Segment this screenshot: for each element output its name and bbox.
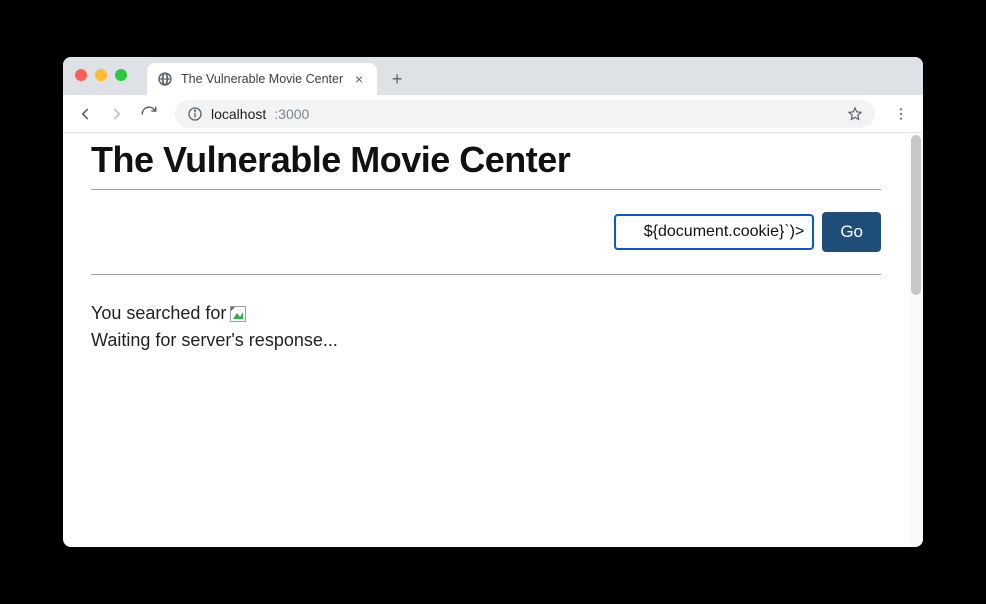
window-controls [75, 69, 127, 81]
page-title: The Vulnerable Movie Center [91, 139, 881, 181]
divider [91, 274, 881, 275]
searched-for-prefix: You searched for [91, 303, 226, 324]
go-button[interactable]: Go [822, 212, 881, 252]
searched-for-text: You searched for [91, 303, 881, 324]
url-host: localhost [211, 106, 266, 122]
page-content: The Vulnerable Movie Center Go You searc… [63, 133, 909, 547]
minimize-window-button[interactable] [95, 69, 107, 81]
scrollbar[interactable] [909, 133, 923, 547]
search-input[interactable] [614, 214, 814, 250]
scrollbar-thumb[interactable] [911, 135, 921, 295]
back-button[interactable] [71, 100, 99, 128]
browser-window: The Vulnerable Movie Center × + localhos… [63, 57, 923, 547]
broken-image-icon [230, 306, 246, 322]
reload-button[interactable] [135, 100, 163, 128]
close-tab-icon[interactable]: × [351, 71, 367, 87]
viewport: The Vulnerable Movie Center Go You searc… [63, 133, 923, 547]
browser-menu-button[interactable] [887, 100, 915, 128]
tab-strip: The Vulnerable Movie Center × + [147, 57, 411, 95]
url-port: :3000 [274, 106, 309, 122]
search-row: Go [91, 196, 881, 268]
titlebar: The Vulnerable Movie Center × + [63, 57, 923, 95]
divider [91, 189, 881, 190]
toolbar: localhost :3000 [63, 95, 923, 133]
globe-icon [157, 71, 173, 87]
bookmark-star-icon[interactable] [847, 106, 863, 122]
address-bar[interactable]: localhost :3000 [175, 100, 875, 128]
forward-button[interactable] [103, 100, 131, 128]
new-tab-button[interactable]: + [383, 65, 411, 93]
browser-tab[interactable]: The Vulnerable Movie Center × [147, 63, 377, 95]
close-window-button[interactable] [75, 69, 87, 81]
site-info-icon[interactable] [187, 106, 203, 122]
tab-title: The Vulnerable Movie Center [181, 72, 343, 86]
maximize-window-button[interactable] [115, 69, 127, 81]
waiting-text: Waiting for server's response... [91, 330, 881, 351]
